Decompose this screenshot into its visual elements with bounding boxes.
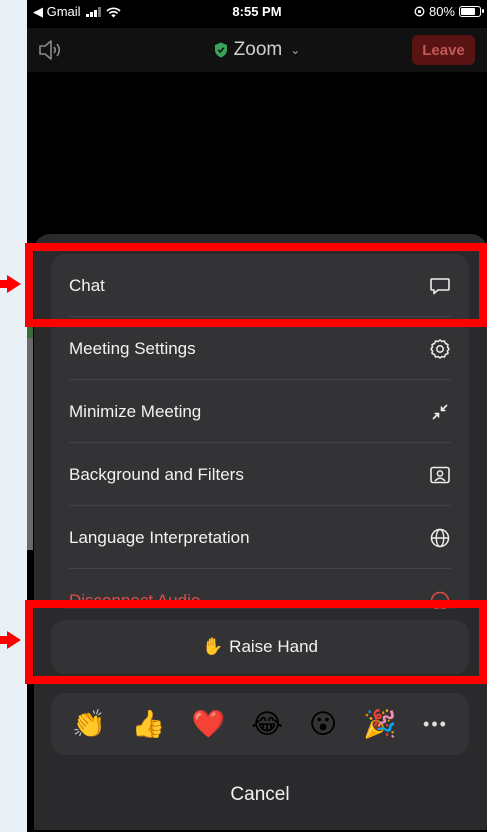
background-strip-accent: [27, 318, 33, 338]
party-reaction-icon[interactable]: 🎉: [363, 710, 397, 738]
menu-item-meeting-settings[interactable]: Meeting Settings: [51, 317, 469, 380]
battery-icon: [459, 6, 484, 17]
chat-bubble-icon: [430, 277, 450, 294]
leave-button[interactable]: Leave: [412, 35, 475, 65]
circle-icon: [430, 591, 450, 609]
more-menu-sheet: Chat Meeting Settings Minimize Meeting B…: [34, 234, 487, 830]
chevron-down-icon: ⌄: [290, 43, 301, 57]
raise-hand-label: Raise Hand: [229, 637, 318, 656]
more-reactions-icon[interactable]: •••: [423, 715, 448, 733]
person-frame-icon: [430, 466, 450, 483]
menu-item-label: Disconnect Audio: [69, 590, 201, 610]
menu-item-background-filters[interactable]: Background and Filters: [51, 443, 469, 506]
battery-level: [461, 8, 475, 15]
gear-icon: [430, 338, 450, 359]
shield-check-icon: [214, 42, 227, 58]
raise-hand-button[interactable]: ✋ Raise Hand: [51, 620, 469, 674]
menu-item-chat[interactable]: Chat: [51, 254, 469, 317]
menu-item-disconnect-audio[interactable]: Disconnect Audio: [51, 569, 469, 609]
menu-item-language-interpretation[interactable]: Language Interpretation: [51, 506, 469, 569]
meeting-title-text: Zoom: [233, 39, 283, 60]
menu-item-label: Background and Filters: [69, 464, 244, 484]
menu-list: Chat Meeting Settings Minimize Meeting B…: [51, 254, 469, 609]
meeting-header: Zoom ⌄ Leave: [27, 28, 487, 72]
reactions-bar: 👏 👍 ❤️ 😂 😮 🎉 •••: [51, 693, 469, 755]
menu-item-label: Meeting Settings: [69, 338, 196, 358]
thumbs-up-reaction-icon[interactable]: 👍: [132, 710, 166, 738]
globe-icon: [430, 528, 450, 547]
cancel-button[interactable]: Cancel: [51, 771, 469, 819]
clap-reaction-icon[interactable]: 👏: [72, 710, 106, 738]
battery-percent: 80%: [428, 4, 455, 19]
arrow-icon: [7, 631, 21, 649]
menu-item-label: Minimize Meeting: [69, 401, 202, 421]
surprised-reaction-icon[interactable]: 😮: [309, 710, 337, 738]
laughing-reaction-icon[interactable]: 😂: [251, 710, 283, 738]
menu-item-minimize-meeting[interactable]: Minimize Meeting: [51, 380, 469, 443]
menu-item-label: Chat: [69, 275, 105, 295]
orientation-lock-icon: [414, 6, 425, 17]
status-bar: ◀ Gmail 8:55 PM 80%: [27, 0, 487, 22]
heart-reaction-icon[interactable]: ❤️: [192, 710, 226, 738]
minimize-arrows-icon: [432, 403, 448, 420]
status-right: 80%: [414, 4, 484, 19]
menu-item-label: Language Interpretation: [69, 527, 250, 547]
background-strip: [27, 318, 33, 550]
arrow-icon: [7, 275, 21, 293]
raised-hand-icon: ✋: [202, 637, 224, 656]
